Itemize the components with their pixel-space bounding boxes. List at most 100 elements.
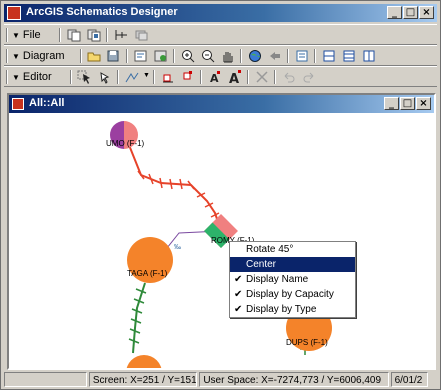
redo-icon[interactable]: [301, 70, 317, 84]
toolbar-separator: [70, 70, 72, 84]
toolbar-separator: [200, 70, 202, 84]
bottom-node[interactable]: [126, 355, 162, 368]
full-extent-globe-icon[interactable]: [247, 49, 263, 63]
select-pointer-icon[interactable]: [77, 70, 93, 84]
diagram-close-button[interactable]: ×: [416, 97, 431, 110]
undo-icon[interactable]: [281, 70, 297, 84]
toolbar-separator: [153, 70, 155, 84]
layout-list-icon[interactable]: [294, 49, 310, 63]
toolbar-separator: [247, 70, 249, 84]
editor-menu-label: Editor: [22, 71, 52, 83]
align-bottom-icon[interactable]: [160, 70, 176, 84]
file-toolbar: ▼ File: [4, 24, 437, 45]
layer-stack-icon[interactable]: [133, 28, 149, 42]
diagram-window: All::All _ □ × ‰ UMO (F-1) ROMY TAGA (F-…: [7, 93, 436, 370]
zoom-out-icon[interactable]: [200, 49, 216, 63]
diagram-update-icon[interactable]: [153, 49, 169, 63]
toolbar-separator: [314, 49, 316, 63]
umo-label: UMO (F-1): [106, 139, 145, 148]
toolbar-separator: [126, 49, 128, 63]
status-user-space-coords: User Space: X=-7274,773 / Y=6006,409: [199, 372, 389, 387]
diagram-menu[interactable]: ▼ Diagram: [12, 48, 65, 64]
file-menu[interactable]: ▼ File: [12, 27, 41, 43]
diagram-menu-label: Diagram: [22, 50, 65, 62]
open-diagram-icon[interactable]: [86, 49, 102, 63]
menu-item-display-name[interactable]: ✔ Display Name: [230, 272, 355, 287]
app-window: ArcGIS Schematics Designer _ □ × ▼ File …: [0, 0, 441, 390]
diagram-toolbar: ▼ Diagram: [4, 45, 437, 66]
edit-vertex-icon[interactable]: [97, 70, 113, 84]
link-tool-icon[interactable]: [124, 70, 140, 84]
dropdown-arrow-icon: ▼: [12, 51, 20, 61]
status-date: 6/01/2: [390, 372, 429, 387]
zoom-in-icon[interactable]: [180, 49, 196, 63]
diagram-layout-icon[interactable]: [133, 49, 149, 63]
diagram-window-title-bar[interactable]: All::All _ □ ×: [9, 95, 434, 113]
menu-item-display-by-type[interactable]: ✔ Display by Type: [230, 302, 355, 317]
toolbar-separator: [287, 49, 289, 63]
menu-item-label: Display by Type: [246, 304, 317, 315]
toolbar-grip[interactable]: [6, 70, 8, 84]
dups-label: DUPS (F-1): [286, 338, 328, 347]
diagram-canvas[interactable]: ‰ UMO (F-1) ROMY (F-1) TAGA (F-1) DUPS (…: [9, 113, 434, 368]
editor-toolbar: ▼ Editor ▼ A A: [4, 66, 437, 87]
dropdown-arrow-icon: ▼: [12, 30, 20, 40]
pan-hand-icon[interactable]: [220, 49, 236, 63]
increase-size-icon[interactable]: A: [227, 70, 243, 84]
svg-text:A: A: [229, 72, 239, 84]
diagram-window-title: All::All: [29, 97, 65, 109]
menu-item-center[interactable]: Center: [230, 257, 355, 272]
close-button[interactable]: ×: [419, 6, 434, 19]
toolbar-separator: [173, 49, 175, 63]
toolbar-separator: [117, 70, 119, 84]
previous-extent-icon[interactable]: [267, 49, 283, 63]
menu-item-label: Center: [246, 259, 277, 270]
layout-columns-icon[interactable]: [361, 49, 377, 63]
diagram-maximize-button[interactable]: □: [400, 97, 415, 110]
menu-item-rotate-45[interactable]: Rotate 45°: [230, 242, 355, 257]
toolbar-separator: [274, 70, 276, 84]
checkmark-icon: ✔: [234, 304, 243, 315]
toolbar-grip[interactable]: [6, 49, 8, 63]
toolbar-separator: [240, 49, 242, 63]
checkmark-icon: ✔: [234, 289, 243, 300]
toolbar-separator: [106, 28, 108, 42]
align-top-icon[interactable]: [180, 70, 196, 84]
toolbar-separator: [80, 49, 82, 63]
resize-grip-icon[interactable]: [430, 372, 438, 387]
file-menu-label: File: [22, 29, 41, 41]
app-title-bar[interactable]: ArcGIS Schematics Designer _ □ ×: [4, 4, 437, 22]
link-flow-marker: ‰: [174, 244, 181, 251]
status-empty-cell: [4, 372, 87, 387]
toolbar-grip[interactable]: [6, 28, 8, 42]
layout-rows-icon[interactable]: [341, 49, 357, 63]
menu-item-display-by-capacity[interactable]: ✔ Display by Capacity: [230, 287, 355, 302]
link-tool-dropdown-icon[interactable]: ▼: [143, 72, 150, 79]
menu-item-label: Display Name: [246, 274, 309, 285]
app-title: ArcGIS Schematics Designer: [26, 6, 178, 18]
maximize-button[interactable]: □: [403, 6, 418, 19]
delete-icon[interactable]: [254, 70, 270, 84]
green-link-markers: [128, 288, 147, 344]
red-link[interactable]: [128, 144, 222, 232]
status-screen-coords: Screen: X=251 / Y=151: [88, 372, 198, 387]
layout-vertical-icon[interactable]: [321, 49, 337, 63]
diagram-window-icon: [12, 98, 24, 110]
menu-item-label: Rotate 45°: [246, 244, 294, 255]
save-diagram-icon[interactable]: [106, 49, 122, 63]
taga-label: TAGA (F-1): [127, 269, 168, 278]
diagram-minimize-button[interactable]: _: [384, 97, 399, 110]
toolbar-separator: [59, 28, 61, 42]
editor-menu[interactable]: ▼ Editor: [12, 69, 52, 85]
checkmark-icon: ✔: [234, 274, 243, 285]
status-bar: Screen: X=251 / Y=151 User Space: X=-727…: [4, 372, 438, 389]
decrease-size-icon[interactable]: A: [207, 70, 223, 84]
app-icon: [7, 6, 21, 20]
flow-direction-icon[interactable]: [113, 28, 129, 42]
context-menu: Rotate 45° Center ✔ Display Name ✔ Displ…: [229, 241, 356, 318]
diagram-properties-icon[interactable]: [86, 28, 102, 42]
dropdown-arrow-icon: ▼: [12, 72, 20, 82]
minimize-button[interactable]: _: [387, 6, 402, 19]
red-link-markers: [137, 170, 220, 218]
copy-diagram-icon[interactable]: [66, 28, 82, 42]
